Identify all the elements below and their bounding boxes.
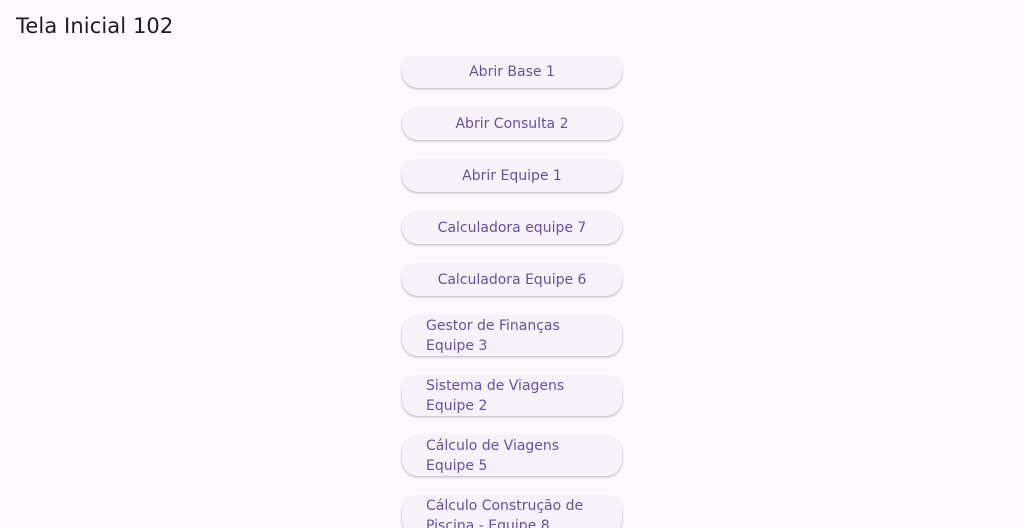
sistema-viagens-equipe-2-button[interactable]: Sistema de Viagens Equipe 2 (402, 376, 622, 416)
button-list: Abrir Base 1 Abrir Consulta 2 Abrir Equi… (0, 56, 1024, 528)
button-label: Sistema de Viagens Equipe 2 (426, 378, 565, 414)
button-label: Abrir Equipe 1 (462, 168, 562, 184)
gestor-financas-equipe-3-button[interactable]: Gestor de Finanças Equipe 3 (402, 316, 622, 356)
abrir-equipe-1-button[interactable]: Abrir Equipe 1 (402, 160, 622, 192)
calculo-construcao-piscina-equipe-8-button[interactable]: Cálculo Construção de Piscina - Equipe 8 (402, 496, 622, 528)
calculadora-equipe-6-button[interactable]: Calculadora Equipe 6 (402, 264, 622, 296)
calculo-viagens-equipe-5-button[interactable]: Cálculo de Viagens Equipe 5 (402, 436, 622, 476)
page-title: Tela Inicial 102 (16, 14, 174, 38)
button-label: Abrir Consulta 2 (455, 116, 569, 132)
button-label: Cálculo Construção de Piscina - Equipe 8 (426, 498, 584, 528)
button-label: Abrir Base 1 (469, 64, 555, 80)
button-label: Calculadora Equipe 6 (437, 272, 587, 288)
button-label: Calculadora equipe 7 (437, 220, 587, 236)
button-label: Cálculo de Viagens Equipe 5 (426, 438, 560, 474)
button-label: Gestor de Finanças Equipe 3 (426, 318, 560, 354)
app-bar: Tela Inicial 102 (0, 0, 1024, 56)
abrir-base-1-button[interactable]: Abrir Base 1 (402, 56, 622, 88)
abrir-consulta-2-button[interactable]: Abrir Consulta 2 (402, 108, 622, 140)
calculadora-equipe-7-button[interactable]: Calculadora equipe 7 (402, 212, 622, 244)
